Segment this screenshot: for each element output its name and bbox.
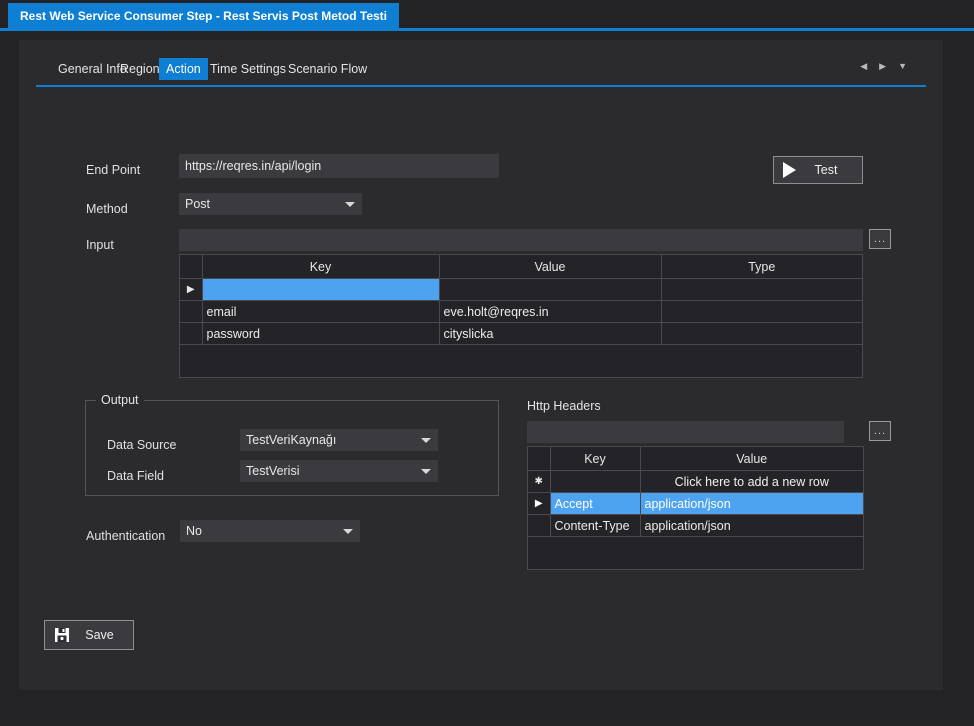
cell-key[interactable]: Accept [550,492,641,515]
save-button[interactable]: Save [44,620,134,650]
cell-key[interactable]: Content-Type [550,514,641,537]
input-filter-input[interactable] [179,229,863,251]
add-new-row-hint[interactable]: Click here to add a new row [640,470,863,493]
output-groupbox-title: Output [96,393,144,407]
tab-strip: General Info Region Action Time Settings… [19,54,943,87]
data-field-label: Data Field [107,469,164,483]
cell-key[interactable]: password [202,322,440,345]
application-window: Rest Web Service Consumer Step - Rest Se… [0,0,974,726]
endpoint-label: End Point [86,163,141,177]
triangle-right-icon[interactable]: ▶ [879,62,886,71]
save-button-label: Save [85,628,114,642]
authentication-value: No [186,524,202,538]
action-form: End Point https://reqres.in/api/login Te… [19,88,943,618]
test-button[interactable]: Test [773,156,863,184]
window-title-text: Rest Web Service Consumer Step - Rest Se… [20,8,387,23]
data-source-label: Data Source [107,438,177,452]
tab-label: Action [166,62,201,76]
authentication-dropdown[interactable]: No [180,520,360,542]
row-marker[interactable]: ▶ [528,492,551,515]
tab-accent-underline [36,85,926,87]
row-marker[interactable] [180,300,203,323]
data-source-dropdown[interactable]: TestVeriKaynağı [240,429,438,451]
authentication-label: Authentication [86,529,166,543]
http-headers-filter-input[interactable] [527,421,844,443]
table-row[interactable]: email eve.holt@reqres.in [180,300,862,323]
chevron-down-icon [343,529,353,534]
input-browse-button[interactable]: ... [869,229,891,249]
row-marker[interactable]: ▶ [180,278,203,301]
cell-key[interactable] [550,470,641,493]
cell-key[interactable] [202,278,440,301]
column-header-key[interactable]: Key [550,447,641,471]
http-headers-browse-label: ... [873,425,887,437]
column-header-value[interactable]: Value [640,447,863,471]
new-row-asterisk-icon[interactable]: ✱ [528,470,551,493]
endpoint-input[interactable]: https://reqres.in/api/login [179,154,499,178]
chevron-down-icon [421,438,431,443]
chevron-down-icon [421,469,431,474]
column-header-key[interactable]: Key [202,255,440,279]
table-row[interactable]: ▶ Accept application/json [528,492,863,515]
data-field-dropdown[interactable]: TestVerisi [240,460,438,482]
row-marker[interactable] [180,322,203,345]
cell-value[interactable]: eve.holt@reqres.in [439,300,662,323]
content-panel: General Info Region Action Time Settings… [19,40,943,690]
row-marker[interactable] [528,514,551,537]
http-headers-label: Http Headers [527,399,601,413]
tab-label: Time Settings [210,62,286,76]
cell-type[interactable] [661,322,862,345]
play-icon [783,162,796,178]
column-header-value[interactable]: Value [439,255,662,279]
table-row[interactable]: ▶ [180,278,862,301]
cell-value[interactable] [439,278,662,301]
cell-type[interactable] [661,300,862,323]
method-dropdown[interactable]: Post [179,193,362,215]
tab-scenario-flow[interactable]: Scenario Flow [281,58,374,80]
cell-value[interactable]: application/json [640,514,863,537]
title-accent-underline [0,28,974,31]
tab-time-settings[interactable]: Time Settings [203,58,293,80]
table-row[interactable]: Content-Type application/json [528,514,863,537]
cell-key[interactable]: email [202,300,440,323]
title-bar: Rest Web Service Consumer Step - Rest Se… [0,0,974,31]
http-headers-browse-button[interactable]: ... [869,421,891,441]
data-field-value: TestVerisi [246,464,300,478]
tab-label: Scenario Flow [288,62,368,76]
table-row-new[interactable]: ✱ Click here to add a new row [528,470,863,493]
tab-nav-controls: ◀ ▶ ▼ [860,62,907,71]
tab-label: Region [120,62,160,76]
row-selector-header [528,447,551,471]
method-label: Method [86,202,128,216]
method-value: Post [185,197,211,211]
row-selector-header [180,255,203,279]
floppy-disk-icon [55,628,69,642]
test-button-label: Test [814,163,838,177]
cell-value[interactable]: cityslicka [439,322,662,345]
cell-value[interactable]: application/json [640,492,863,515]
window-title-tab[interactable]: Rest Web Service Consumer Step - Rest Se… [8,3,399,28]
chevron-down-icon[interactable]: ▼ [898,62,907,71]
chevron-down-icon [345,202,355,207]
data-source-value: TestVeriKaynağı [246,433,337,447]
input-label: Input [86,238,114,252]
table-header-row: Key Value [528,447,863,471]
table-row[interactable]: password cityslicka [180,322,862,345]
column-header-type[interactable]: Type [661,255,862,279]
table-header-row: Key Value Type [180,255,862,279]
http-headers-grid[interactable]: Key Value ✱ Click here to add a new row … [527,446,864,570]
input-parameters-grid[interactable]: Key Value Type ▶ email eve.holt@reqres.i… [179,254,863,378]
endpoint-value: https://reqres.in/api/login [185,159,322,173]
input-browse-label: ... [873,233,887,245]
cell-type[interactable] [661,278,862,301]
triangle-left-icon[interactable]: ◀ [860,62,867,71]
tab-action[interactable]: Action [159,58,208,80]
